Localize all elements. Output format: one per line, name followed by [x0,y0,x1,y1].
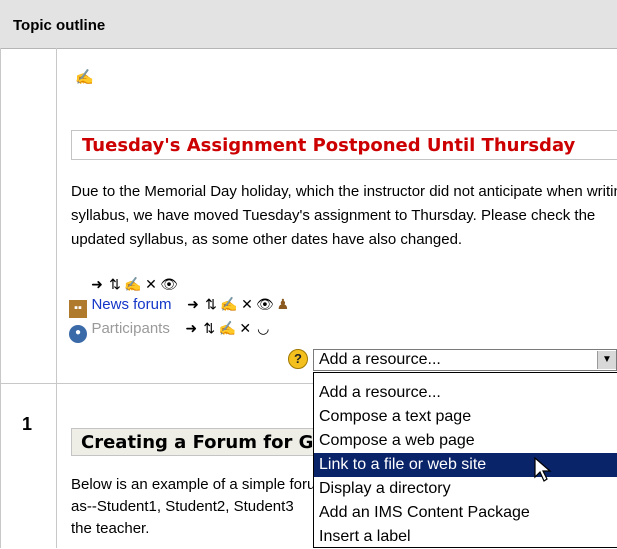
edit-icon[interactable]: ✍ [220,296,238,313]
delete-icon[interactable]: ✕ [238,296,256,313]
news-forum-row: ▪▪ News forum ➜ ⇅ ✍ ✕ 👁 ♟ [69,296,292,318]
header-title: Topic outline [13,17,106,34]
edit-summary-icon[interactable]: ✍ [75,68,94,86]
participants-row: ● Participants ➜ ⇅ ✍ ✕ ◡ [69,320,272,343]
move-icon[interactable]: ⇅ [202,296,220,313]
section-number: 1 [22,414,33,434]
move-icon[interactable]: ⇅ [200,320,218,337]
edit-icon[interactable]: ✍ [124,276,142,293]
dropdown-option[interactable]: Display a directory [314,477,617,501]
paragraph-line: Below is an example of a simple forum, w… [71,476,316,493]
paragraph-line: the teacher. [71,520,150,537]
forum-paragraph: Below is an example of a simple forum, w… [71,474,316,540]
forum-icon: ▪▪ [69,300,87,318]
assignment-title-box: Tuesday's Assignment Postponed Until Thu… [71,130,617,160]
dropdown-option[interactable]: Add an IMS Content Package [314,501,617,525]
help-icon[interactable]: ? [288,349,308,369]
select-value: Add a resource... [319,351,441,368]
delete-icon[interactable]: ✕ [142,276,160,293]
eye-icon[interactable]: 👁 [160,276,178,293]
forum-title: Creating a Forum for Group Work [81,432,315,453]
globe-icon: ● [69,325,87,343]
participants-controls: ➜ ⇅ ✍ ✕ ◡ [182,320,272,336]
paragraph-line: Due to the Memorial Day holiday, which t… [71,183,617,200]
dropdown-option-highlighted[interactable]: Link to a file or web site [314,453,617,477]
move-right-icon[interactable]: ➜ [182,320,200,337]
section-separator [0,383,313,384]
move-right-icon[interactable]: ➜ [184,296,202,313]
edit-icon[interactable]: ✍ [218,320,236,337]
hidden-eye-icon[interactable]: ◡ [254,320,272,337]
add-resource-dropdown[interactable]: Add a resource... Compose a text page Co… [313,372,617,548]
section-divider-2 [56,384,57,548]
paragraph-line: syllabus, we have moved Tuesday's assign… [71,207,596,224]
left-border [0,48,1,548]
assignment-title: Tuesday's Assignment Postponed Until Thu… [82,135,576,156]
groups-icon[interactable]: ♟ [274,296,292,313]
assignment-paragraph: Due to the Memorial Day holiday, which t… [71,180,617,252]
label-controls: ➜ ⇅ ✍ ✕ 👁 [88,276,178,293]
move-icon[interactable]: ⇅ [106,276,124,293]
paragraph-line: as--Student1, Student2, Student3 [71,498,294,515]
eye-icon[interactable]: 👁 [256,296,274,313]
topic-outline-header: Topic outline [0,0,617,49]
chevron-down-icon[interactable]: ▼ [597,351,616,369]
dropdown-option[interactable]: Compose a web page [314,429,617,453]
mouse-cursor-icon [534,457,552,482]
participants-link[interactable]: Participants [91,320,169,337]
dropdown-option[interactable]: Insert a label [314,525,617,549]
delete-icon[interactable]: ✕ [236,320,254,337]
news-forum-link[interactable]: News forum [91,296,171,313]
paragraph-line: updated syllabus, as some other dates ha… [71,231,463,248]
forum-title-box: Creating a Forum for Group Work [71,428,316,456]
move-right-icon[interactable]: ➜ [88,276,106,293]
dropdown-option[interactable]: Compose a text page [314,405,617,429]
add-resource-select[interactable]: Add a resource... ▼ [313,349,617,371]
section-divider [56,48,57,383]
dropdown-option[interactable]: Add a resource... [314,381,617,405]
news-forum-controls: ➜ ⇅ ✍ ✕ 👁 ♟ [184,296,292,312]
